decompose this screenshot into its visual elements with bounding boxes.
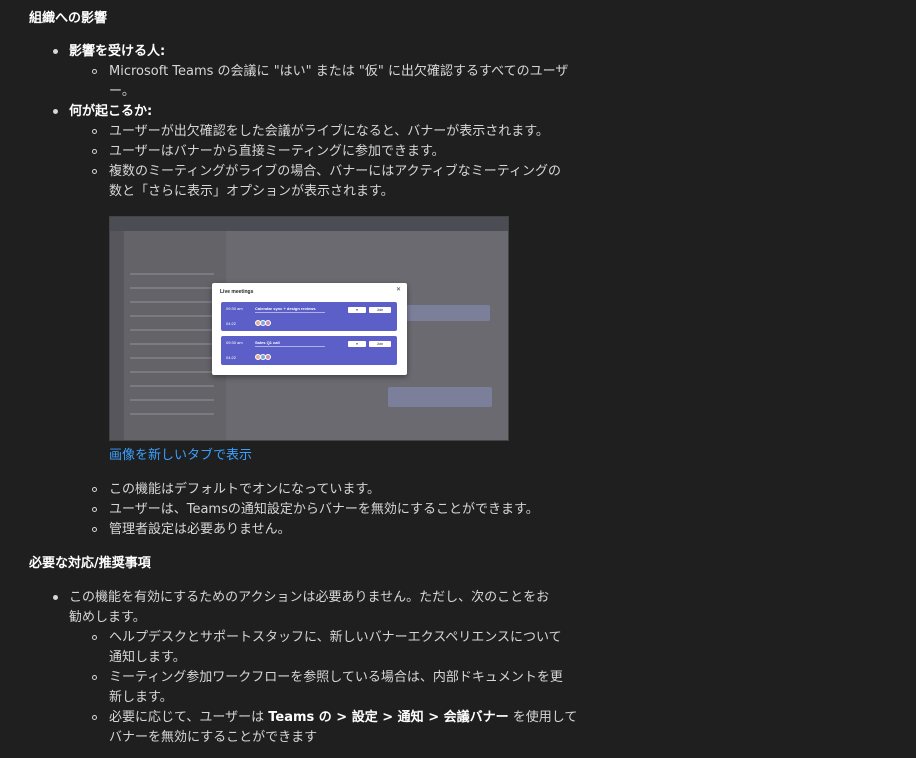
meeting-title: Sales Q1 call	[255, 340, 280, 345]
settings-path: Teams の > 設定 > 通知 > 会議バナー	[268, 710, 509, 725]
thumb-chat-row	[130, 329, 214, 331]
meeting-card: 09:30 am Calendar sync + design reviews …	[221, 302, 397, 331]
avatar	[265, 354, 271, 360]
list-item-cont: 新します。	[109, 690, 173, 705]
list-item: この機能はデフォルトでオンになっています。	[109, 482, 381, 497]
close-icon: ✕	[395, 287, 401, 293]
meeting-subtitle	[255, 346, 325, 347]
thumb-chat-row	[130, 385, 214, 387]
meeting-dropdown: ▾	[348, 307, 366, 313]
thumb-bubble	[388, 387, 492, 407]
meeting-dropdown: ▾	[348, 341, 366, 347]
open-image-new-tab-link[interactable]: 画像を新しいタブで表示	[109, 446, 252, 466]
thumb-chat-row	[130, 399, 214, 401]
list-item: 複数のミーティングがライブの場合、バナーにはアクティブなミーティングの	[109, 164, 562, 179]
who-label: 影響を受ける人:	[69, 44, 166, 59]
join-button: Join	[369, 307, 391, 313]
list-item: ミーティング参加ワークフローを参照している場合は、内部ドキュメントを更	[109, 670, 563, 685]
bullet	[53, 109, 58, 114]
thumb-chat-row	[130, 273, 214, 275]
what-label: 何が起こるか:	[69, 104, 153, 119]
avatar-group	[255, 320, 273, 326]
meeting-title: Calendar sync + design reviews	[255, 306, 316, 311]
live-meetings-screenshot[interactable]: Live meetings ✕ 09:30 am Calendar sync +…	[109, 216, 509, 441]
page: 組織への影響 影響を受ける人: Microsoft Teams の会議に "はい…	[0, 0, 916, 758]
item-suffix: を使用して	[508, 710, 578, 725]
bullet	[92, 149, 97, 154]
meeting-subtitle	[255, 312, 325, 313]
bullet	[53, 49, 58, 54]
bullet	[92, 169, 97, 174]
bullet	[92, 507, 97, 512]
bullet	[92, 69, 97, 74]
dialog-title: Live meetings	[220, 289, 254, 295]
thumb-chat-row	[130, 343, 214, 345]
bullet	[92, 675, 97, 680]
list-item: ユーザーは、Teamsの通知設定からバナーを無効にすることができます。	[109, 502, 539, 517]
thumb-chat-list	[124, 231, 226, 440]
list-item: ヘルプデスクとサポートスタッフに、新しいバナーエクスペリエンスについて	[109, 630, 562, 645]
section-heading-actions: 必要な対応/推奨事項	[29, 556, 151, 571]
bullet	[92, 715, 97, 720]
bullet	[53, 595, 58, 600]
avatar-group	[255, 354, 273, 360]
list-item-cont: 勧めします。	[69, 610, 146, 625]
section-heading-impact: 組織への影響	[29, 11, 108, 26]
thumb-left-rail	[110, 231, 124, 440]
item-prefix: 必要に応じて、ユーザーは	[109, 710, 269, 725]
bullet	[92, 129, 97, 134]
meeting-time: 09:30 am	[226, 340, 243, 345]
list-item-cont: ー。	[109, 84, 135, 99]
bullet	[92, 487, 97, 492]
meeting-card: 09:30 am Sales Q1 call 04:22 ▾ Join	[221, 336, 397, 365]
list-item-cont: バナーを無効にすることができます	[109, 730, 318, 745]
list-item: Microsoft Teams の会議に "はい" または "仮" に出欠確認す…	[109, 64, 569, 79]
thumb-topbar	[110, 217, 508, 231]
meeting-timer: 04:22	[226, 355, 237, 360]
list-item: ユーザーはバナーから直接ミーティングに参加できます。	[109, 144, 445, 159]
list-item-cont: 数と「さらに表示」オプションが表示されます。	[109, 184, 394, 199]
thumb-chat-row	[130, 357, 214, 359]
thumb-chat-row	[130, 371, 214, 373]
bullet	[92, 635, 97, 640]
bullet	[92, 527, 97, 532]
list-item: この機能を有効にするためのアクションは必要ありません。ただし、次のことをお	[69, 590, 550, 605]
thumb-chat-row	[130, 287, 214, 289]
meeting-timer: 04:22	[226, 321, 237, 326]
thumb-chat-row	[130, 315, 214, 317]
list-item: 必要に応じて、ユーザーは Teams の > 設定 > 通知 > 会議バナー を…	[109, 708, 577, 728]
avatar	[265, 320, 271, 326]
thumb-chat-row	[130, 413, 214, 415]
list-item: 管理者設定は必要ありません。	[109, 522, 291, 537]
list-item-cont: 通知します。	[109, 650, 186, 665]
thumb-chat-row	[130, 301, 214, 303]
live-meetings-dialog: Live meetings ✕ 09:30 am Calendar sync +…	[212, 283, 407, 375]
join-button: Join	[369, 341, 391, 347]
meeting-time: 09:30 am	[226, 306, 243, 311]
list-item: ユーザーが出欠確認をした会議がライブになると、バナーが表示されます。	[109, 124, 549, 139]
